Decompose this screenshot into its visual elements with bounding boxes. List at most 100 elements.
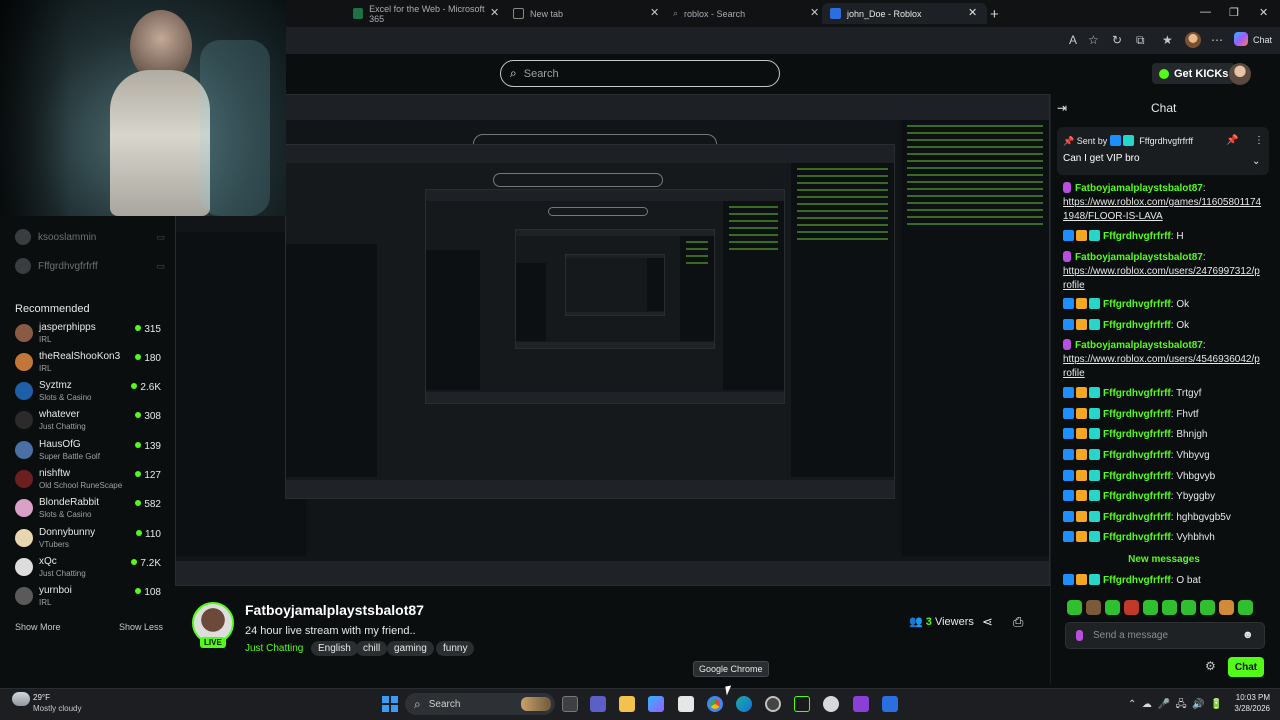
emote-icon[interactable] (1086, 600, 1101, 615)
close-tab-icon[interactable]: ✕ (968, 6, 977, 19)
weather-condition[interactable]: Mostly cloudy (33, 704, 81, 713)
chat-link[interactable]: https://www.roblox.com/games/11605801174… (1063, 197, 1261, 222)
tab-roblox-profile[interactable]: john_Doe - Roblox (822, 3, 987, 24)
chevron-down-icon[interactable]: ⌄ (1252, 156, 1260, 167)
emote-icon[interactable] (1143, 600, 1158, 615)
follow-icon[interactable]: ⎙ (1013, 614, 1023, 630)
emote-icon[interactable] (1181, 600, 1196, 615)
taskbar-search[interactable]: ⌕ Search (405, 693, 555, 715)
more-menu-icon[interactable]: ⋯ (1211, 33, 1223, 47)
chat-username[interactable]: Fffgrdhvgfrfrff (1103, 299, 1171, 310)
stream-tag[interactable]: English (311, 641, 358, 656)
sidebar-item-donnybunny[interactable]: Donnybunny VTubers 110 (15, 527, 161, 552)
start-button[interactable] (382, 696, 398, 712)
chat-link[interactable]: https://www.roblox.com/users/2476997312/… (1063, 266, 1260, 291)
stream-tag[interactable]: chill (356, 641, 388, 656)
more-options-icon[interactable]: ⋮ (1254, 135, 1264, 146)
store-icon[interactable] (678, 696, 694, 712)
chat-username[interactable]: Fffgrdhvgfrfrff (1103, 320, 1171, 331)
sidebar-item-jasperphipps[interactable]: jasperphipps IRL 315 (15, 322, 161, 347)
weather-icon[interactable] (12, 692, 30, 706)
sidebar-item-blonderabbit[interactable]: BlondeRabbit Slots & Casino 582 (15, 497, 161, 522)
terminal-icon[interactable] (794, 696, 810, 712)
sidebar-item-xqc[interactable]: xQc Just Chatting 7.2K (15, 556, 161, 581)
search-input[interactable]: ⌕ Search (500, 60, 780, 87)
chat-username[interactable]: Fffgrdhvgfrfrff (1103, 388, 1171, 399)
app-icon[interactable] (823, 696, 839, 712)
tab-roblox-search[interactable]: ⌕ roblox - Search (665, 3, 820, 24)
chat-username[interactable]: Fatboyjamalplaystsbalot87 (1075, 252, 1203, 263)
clock-time[interactable]: 10:03 PM (1232, 693, 1270, 702)
show-more-link[interactable]: Show More (15, 622, 61, 632)
twitch-app-icon[interactable] (853, 696, 869, 712)
chat-username[interactable]: Fffgrdhvgfrfrff (1103, 491, 1171, 502)
sidebar-item-therealshookon3[interactable]: theRealShooKon3 IRL 180 (15, 351, 161, 376)
minimize-icon[interactable]: — (1200, 6, 1211, 18)
chat-username[interactable]: Fffgrdhvgfrfrff (1103, 450, 1171, 461)
close-tab-icon[interactable]: ✕ (810, 6, 819, 19)
emote-icon[interactable] (1200, 600, 1215, 615)
chat-username[interactable]: Fatboyjamalplaystsbalot87 (1075, 340, 1203, 351)
browser-profile-avatar[interactable] (1185, 32, 1201, 48)
close-tab-icon[interactable]: ✕ (490, 6, 499, 19)
teams-icon[interactable] (590, 696, 606, 712)
stream-tag[interactable]: gaming (387, 641, 434, 656)
emote-icon[interactable] (1238, 600, 1253, 615)
emote-icon[interactable] (1162, 600, 1177, 615)
share-icon[interactable]: ⋖ (982, 614, 993, 630)
copilot-app-icon[interactable] (648, 696, 664, 712)
chat-username[interactable]: Fffgrdhvgfrfrff (1103, 429, 1171, 440)
weather-temp[interactable]: 29°F (33, 693, 50, 702)
chat-settings-icon[interactable]: ⚙ (1205, 659, 1216, 673)
sidebar-item-nishftw[interactable]: nishftw Old School RuneScape 127 (15, 468, 161, 493)
edge-icon[interactable] (736, 696, 752, 712)
roblox-app-icon[interactable] (882, 696, 898, 712)
clock-date[interactable]: 3/28/2026 (1226, 704, 1270, 713)
chat-username[interactable]: Fffgrdhvgfrfrff (1103, 512, 1171, 523)
emote-icon[interactable] (1067, 600, 1082, 615)
sidebar-item-yurnboi[interactable]: yurnboi IRL 108 (15, 585, 161, 610)
tab-excel[interactable]: Excel for the Web - Microsoft 365 (345, 3, 500, 24)
copilot-chat-label[interactable]: Chat (1253, 35, 1272, 45)
chat-username[interactable]: Fffgrdhvgfrfrff (1103, 532, 1171, 543)
unpin-icon[interactable]: 📌 (1226, 135, 1238, 146)
favorites-icon[interactable]: ★ (1162, 33, 1173, 47)
chat-link[interactable]: https://www.roblox.com/users/4546936042/… (1063, 354, 1260, 379)
new-tab-icon[interactable]: + (990, 6, 999, 23)
send-chat-button[interactable]: Chat (1228, 657, 1264, 677)
stream-category[interactable]: Just Chatting (245, 643, 303, 654)
emoji-icon[interactable]: ☻ (1242, 629, 1254, 641)
read-aloud-icon[interactable]: A (1069, 33, 1077, 47)
sidebar-item-syztmz[interactable]: Syztmz Slots & Casino 2.6K (15, 380, 161, 405)
streamer-name[interactable]: Fatboyjamalplaystsbalot87 (245, 602, 424, 618)
task-view-icon[interactable] (562, 696, 578, 712)
maximize-icon[interactable]: ❐ (1229, 6, 1239, 19)
user-avatar[interactable] (1229, 63, 1251, 85)
favorite-star-icon[interactable]: ☆ (1088, 33, 1099, 47)
sidebar-followed-item[interactable]: Fffgrdhvgfrfrff ▭ (15, 258, 165, 274)
collapse-chat-icon[interactable]: ⇥ (1057, 101, 1067, 115)
show-less-link[interactable]: Show Less (119, 622, 163, 632)
sidebar-item-hausofg[interactable]: HausOfG Super Battle Golf 139 (15, 439, 161, 464)
extensions-icon[interactable]: ⧉ (1136, 33, 1145, 48)
video-player[interactable] (175, 94, 1050, 586)
sidebar-followed-item[interactable]: ksooslammin ▭ (15, 229, 165, 245)
stream-tag[interactable]: funny (436, 641, 475, 656)
sidebar-item-whatever[interactable]: whatever Just Chatting 308 (15, 409, 161, 434)
message-input[interactable]: Send a message (1065, 622, 1265, 649)
new-messages-divider[interactable]: New messages (1064, 554, 1264, 565)
chat-username[interactable]: Fatboyjamalplaystsbalot87 (1075, 183, 1203, 194)
emote-icon[interactable] (1124, 600, 1139, 615)
chat-username[interactable]: Fffgrdhvgfrfrff (1103, 409, 1171, 420)
emote-icon[interactable] (1105, 600, 1120, 615)
close-tab-icon[interactable]: ✕ (650, 6, 659, 19)
emote-icon[interactable] (1219, 600, 1234, 615)
copilot-icon[interactable] (1234, 32, 1248, 46)
refresh-icon[interactable]: ↻ (1112, 33, 1122, 47)
get-kicks-button[interactable]: Get KICKs (1152, 63, 1236, 84)
file-explorer-icon[interactable] (619, 696, 635, 712)
tab-newtab[interactable]: New tab (505, 3, 655, 24)
system-tray[interactable]: ⌃ ☁ 🎤 🖧 🔊 🔋 (1128, 697, 1223, 714)
chat-username[interactable]: Fffgrdhvgfrfrff (1103, 471, 1171, 482)
settings-app-icon[interactable] (765, 696, 781, 712)
